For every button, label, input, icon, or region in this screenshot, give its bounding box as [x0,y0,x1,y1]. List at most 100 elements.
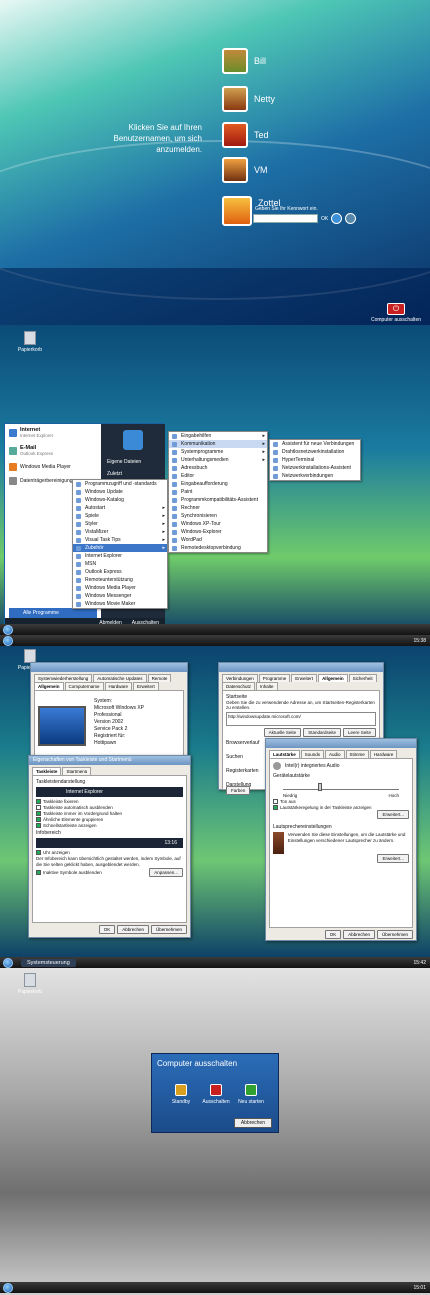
clock-check[interactable]: Uhr anzeigen [36,850,183,855]
user-tile-ted[interactable]: Ted [222,122,269,148]
homepage-button[interactable]: Leere Seite [342,728,376,737]
apply-button[interactable]: Übernehmen [150,925,187,934]
start-orb-icon[interactable] [3,1282,13,1293]
pinned-email[interactable]: E-Mail Outlook Express [5,442,101,460]
user-tile-netty[interactable]: Netty [222,86,275,112]
slider-thumb[interactable] [317,783,322,791]
pinned-internet[interactable]: Internet Internet Explorer [5,424,101,442]
program-menu-item[interactable]: Outlook Express [73,568,167,576]
password-field[interactable] [253,214,318,223]
accessory-menu-item[interactable]: Kommunikation [169,440,267,448]
program-menu-item[interactable]: Internet Explorer [73,552,167,560]
program-menu-item[interactable]: Programmzugriff und -standards [73,480,167,488]
cancel-button[interactable]: Abbrechen [343,930,375,939]
accessory-menu-item[interactable]: Unterhaltungsmedien [169,456,267,464]
submit-arrow-icon[interactable] [331,213,343,224]
start-orb-icon[interactable] [3,957,13,968]
standby-button[interactable]: Standby [166,1084,196,1105]
program-menu-item[interactable]: Zubehör [73,544,167,552]
program-menu-item[interactable]: Remoteunterstützung [73,576,167,584]
tab[interactable]: Sicherheit [348,674,377,682]
tab[interactable]: Verbindungen [222,674,258,682]
taskbar-app-button[interactable]: Systemsteuerung [21,958,76,967]
accessory-menu-item[interactable]: Rechner [169,504,267,512]
homepage-button[interactable]: Aktuelle Seite [263,728,302,737]
tab[interactable]: Erweitert [291,674,318,682]
taskbar-option-check[interactable]: Taskleiste automatisch ausblenden [36,805,183,810]
program-menu-item[interactable]: MSN [73,560,167,568]
tab[interactable]: Systemwiederherstellung [34,674,93,682]
tab[interactable]: Startmenü [62,767,92,775]
cancel-button[interactable]: Abbrechen [117,925,149,934]
ok-button[interactable]: OK [98,925,116,934]
colors-button[interactable]: Farben [226,786,251,795]
communication-menu-item[interactable]: Assistent für neue Verbindungen [270,440,360,448]
tab[interactable]: Hardware [369,750,398,758]
tab[interactable]: Datenschutz [222,682,256,690]
accessory-menu-item[interactable]: Eingabeaufforderung [169,480,267,488]
taskbar-option-check[interactable]: Schnellstartleiste anzeigen [36,823,183,828]
program-menu-item[interactable]: VistaMizer [73,528,167,536]
program-menu-item[interactable]: Windows-Katalog [73,496,167,504]
communication-menu-item[interactable]: HyperTerminal [270,456,360,464]
cancel-button[interactable]: Abbrechen [233,1118,272,1128]
communication-menu-item[interactable]: Drahtlosnetzwerkinstallation [270,448,360,456]
tab[interactable]: Programme [258,674,291,682]
shutdown-button[interactable]: ⏻ Computer ausschalten [366,303,426,323]
customize-button[interactable]: Anpassen... [149,868,183,877]
homepage-url-field[interactable]: http://windowsupdate.microsoft.com/ [226,712,376,726]
speaker-advanced-button[interactable]: Erweitert... [377,854,409,863]
program-menu-item[interactable]: Windows Movie Maker [73,600,167,608]
accessory-menu-item[interactable]: WordPad [169,536,267,544]
homepage-button[interactable]: Standardseite [303,728,341,737]
accessory-menu-item[interactable]: Windows-Explorer [169,528,267,536]
mute-check[interactable]: Ton aus [273,799,409,804]
program-menu-item[interactable]: Windows Messenger [73,592,167,600]
user-tile-bill[interactable]: Bill [222,48,266,74]
hide-inactive-check[interactable]: Inaktive Symbole ausblenden [36,870,102,875]
turn-off-button[interactable]: Ausschalten [201,1084,231,1105]
program-menu-item[interactable]: Windows Media Player [73,584,167,592]
tab[interactable]: Allgemein [34,682,64,690]
apply-button[interactable]: Übernehmen [376,930,413,939]
help-icon[interactable] [345,213,357,224]
program-menu-item[interactable]: Windows Update [73,488,167,496]
accessory-menu-item[interactable]: Synchronisieren [169,512,267,520]
program-menu-item[interactable]: Spiele [73,512,167,520]
accessory-menu-item[interactable]: Editor [169,472,267,480]
tab[interactable]: Allgemein [318,674,348,682]
recycle-bin[interactable]: Papierkorb [12,973,48,995]
taskbar-option-check[interactable]: Taskleiste fixieren [36,799,183,804]
accessory-menu-item[interactable]: Windows XP-Tour [169,520,267,528]
my-documents-link[interactable]: Eigene Dateien [101,456,165,468]
program-menu-item[interactable]: Styler [73,520,167,528]
pinned-media-player[interactable]: Windows Media Player [5,460,101,474]
tab[interactable]: Erweitert [133,682,159,690]
tab[interactable]: Computername [64,682,104,690]
accessory-menu-item[interactable]: Remotedesktopverbindung [169,544,267,552]
accessory-menu-item[interactable]: Programmkompatibilitäts-Assistent [169,496,267,504]
communication-menu-item[interactable]: Netzwerkverbindungen [270,472,360,480]
tab[interactable]: Automatische Updates [93,674,147,682]
tab[interactable]: Audio [325,750,345,758]
tab[interactable]: Sounds [300,750,325,758]
start-orb-icon[interactable] [3,624,13,635]
ok-button[interactable]: OK [324,930,342,939]
all-programs-button[interactable]: Alle Programme [9,608,97,618]
tab[interactable]: Remote [147,674,172,682]
taskbar-option-check[interactable]: Taskleiste immer im Vordergrund halten [36,811,183,816]
tab[interactable]: Inhalte [256,682,278,690]
accessory-menu-item[interactable]: Paint [169,488,267,496]
start-orb-icon[interactable] [3,635,13,646]
recycle-bin[interactable]: Papierkorb [12,331,48,353]
restart-button[interactable]: Neu starten [236,1084,266,1105]
user-tile-vm[interactable]: VM [222,157,268,183]
accessory-menu-item[interactable]: Adressbuch [169,464,267,472]
program-menu-item[interactable]: Autostart [73,504,167,512]
accessory-menu-item[interactable]: Systemprogramme [169,448,267,456]
advanced-button[interactable]: Erweitert... [377,810,409,819]
accessory-menu-item[interactable]: Eingabehilfen [169,432,267,440]
tab[interactable]: Taskleiste [32,767,62,775]
volume-slider[interactable] [283,782,399,791]
taskbar-option-check[interactable]: Ähnliche Elemente gruppieren [36,817,183,822]
